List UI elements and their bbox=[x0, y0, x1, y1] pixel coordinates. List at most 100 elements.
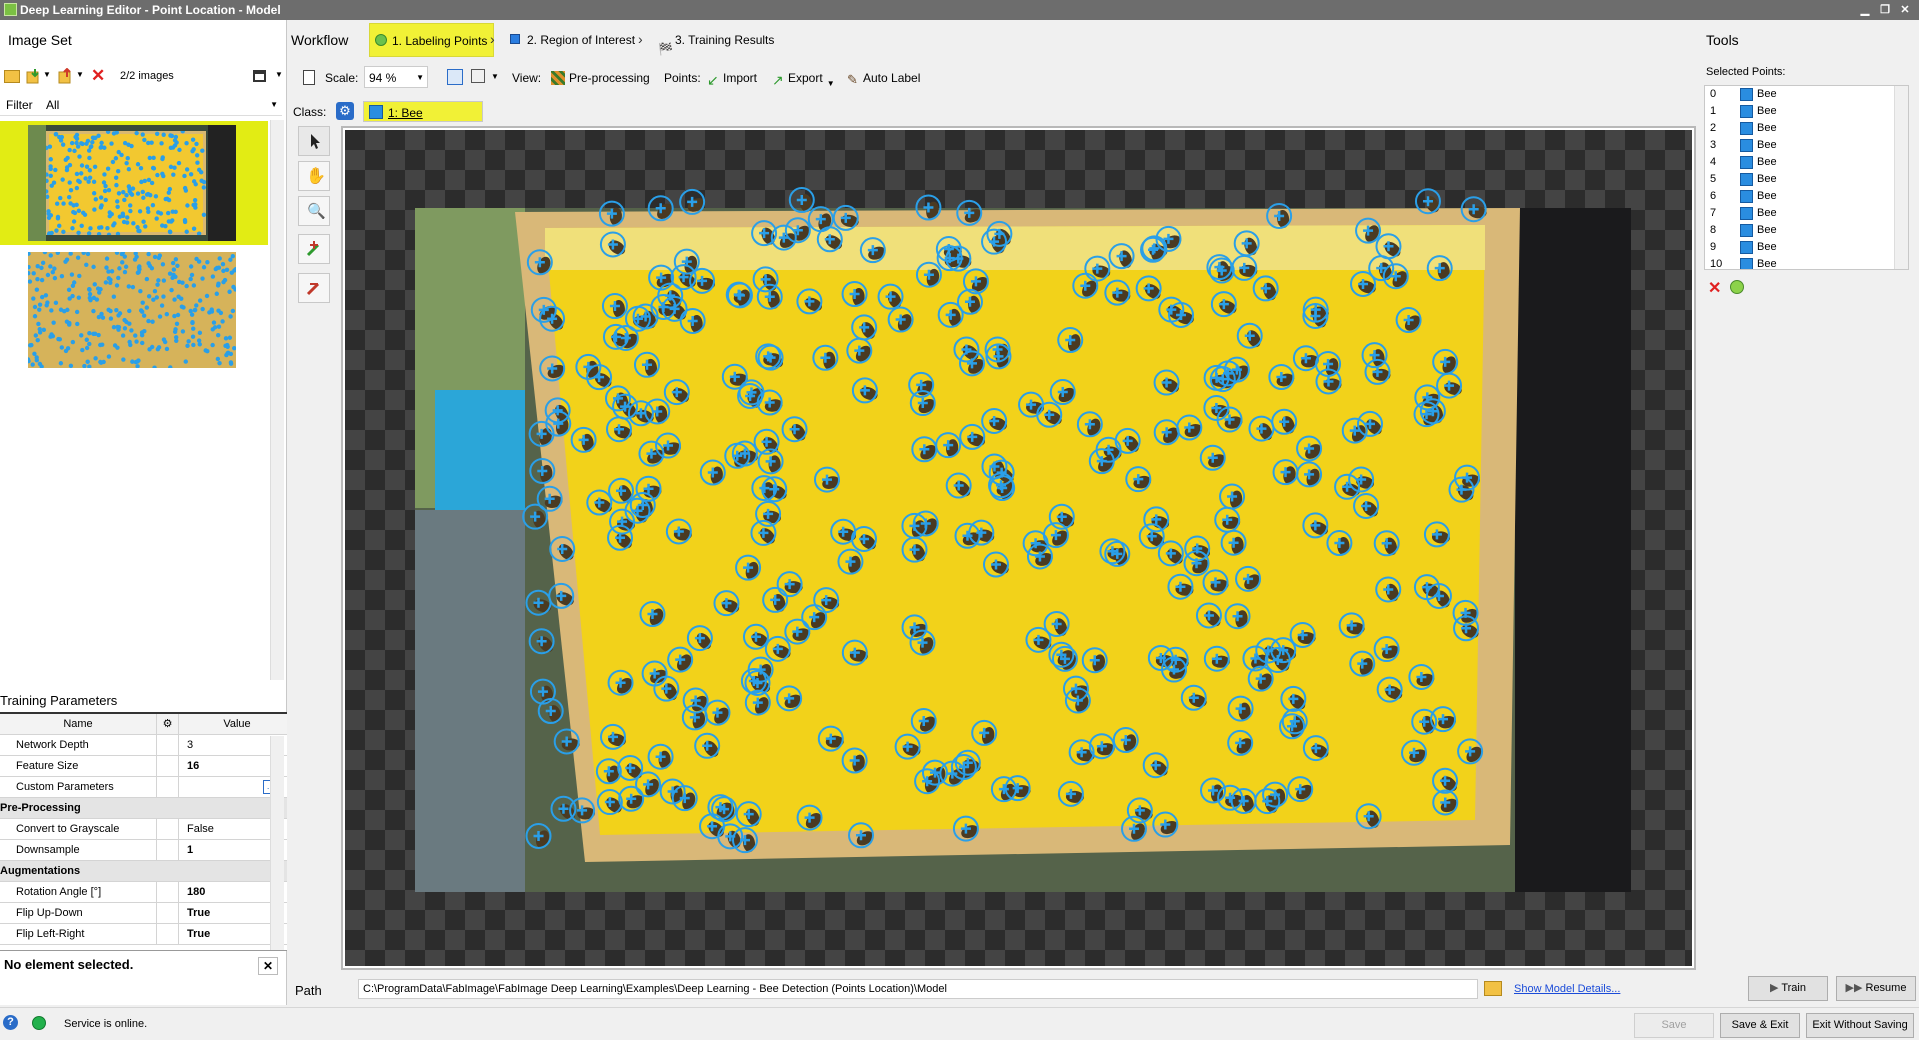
list-item[interactable]: 9 Bee bbox=[1705, 239, 1908, 256]
thumbnail-point bbox=[87, 291, 93, 297]
list-item[interactable]: 2 Bee bbox=[1705, 120, 1908, 137]
thumbnail-point bbox=[117, 214, 123, 219]
thumbnail-scrollbar[interactable] bbox=[270, 120, 284, 680]
param-row[interactable]: Network Depth 3 bbox=[0, 735, 287, 756]
canvas-area[interactable] bbox=[345, 130, 1692, 966]
category-row[interactable]: Pre-Processing bbox=[0, 798, 287, 819]
magic-wand-icon: ✎ bbox=[847, 72, 858, 87]
class-settings-icon[interactable]: ⚙ bbox=[336, 102, 354, 120]
remove-images-icon[interactable] bbox=[58, 67, 74, 87]
remove-point-tool-button[interactable] bbox=[298, 273, 330, 303]
preprocessing-toggle[interactable]: Pre-processing bbox=[549, 67, 650, 89]
pan-tool-button[interactable]: ✋ bbox=[298, 161, 330, 191]
thumbnail-point bbox=[167, 186, 173, 192]
thumbnail-point bbox=[141, 219, 146, 224]
train-button[interactable]: ▶ Train bbox=[1748, 976, 1828, 1001]
thumbnail-image[interactable] bbox=[28, 252, 236, 368]
thumbnail-point bbox=[227, 289, 232, 294]
browse-folder-icon[interactable] bbox=[1484, 981, 1502, 996]
list-item[interactable]: 1 Bee bbox=[1705, 103, 1908, 120]
labeled-image[interactable] bbox=[345, 130, 1692, 966]
model-path-field[interactable]: C:\ProgramData\FabImage\FabImage Deep Le… bbox=[358, 979, 1478, 999]
points-scrollbar[interactable] bbox=[1894, 86, 1908, 269]
maximize-icon[interactable]: ❐ bbox=[1876, 2, 1894, 18]
thumbnail-point bbox=[209, 307, 214, 312]
scale-select[interactable]: 94 % ▼ bbox=[364, 66, 428, 88]
list-item[interactable]: 10 Bee bbox=[1705, 256, 1908, 269]
help-icon[interactable]: ? bbox=[3, 1015, 18, 1030]
fit-to-window-icon[interactable] bbox=[447, 69, 463, 85]
select-tool-button[interactable] bbox=[298, 126, 330, 156]
import-button[interactable]: ↙ Import bbox=[705, 67, 757, 89]
category-row[interactable]: Augmentations bbox=[0, 861, 287, 882]
tab-region-of-interest[interactable]: 2. Region of Interest bbox=[505, 23, 641, 57]
thumbnail-point bbox=[165, 210, 171, 216]
param-row[interactable]: Flip Left-Right True bbox=[0, 924, 287, 945]
selected-points-list[interactable]: 0 Bee 1 Bee 2 Bee 3 Bee 4 Bee 5 Bee 6 Bee 7 Bee … bbox=[1704, 85, 1909, 270]
settings-icon[interactable]: ⚙ bbox=[157, 714, 179, 734]
param-row[interactable]: Convert to Grayscale False bbox=[0, 819, 287, 840]
image-canvas[interactable] bbox=[341, 126, 1696, 970]
list-item[interactable]: 0 Bee bbox=[1705, 86, 1908, 103]
param-row[interactable]: Downsample 1 bbox=[0, 840, 287, 861]
thumbnail-point bbox=[79, 163, 85, 168]
list-item[interactable]: 7 Bee bbox=[1705, 205, 1908, 222]
thumbnail-point bbox=[168, 145, 174, 151]
thumbnail-point bbox=[74, 136, 80, 141]
filter-select[interactable]: All ▼ bbox=[42, 96, 282, 114]
delete-point-icon[interactable]: ✕ bbox=[1708, 278, 1721, 298]
thumbnail-point bbox=[188, 172, 194, 177]
export-button[interactable]: ↗ Export ▼ bbox=[770, 67, 835, 89]
add-point-tool-button[interactable] bbox=[298, 234, 330, 264]
zoom-region-icon[interactable] bbox=[471, 69, 485, 83]
thumbnail-point bbox=[107, 210, 112, 215]
chevron-down-icon[interactable]: ▼ bbox=[275, 70, 283, 79]
thumbnail-point bbox=[150, 165, 156, 171]
tab-labeling-points[interactable]: 1. Labeling Points bbox=[369, 23, 495, 57]
point-options-icon[interactable] bbox=[1730, 280, 1744, 294]
thumbnail-point bbox=[181, 305, 186, 310]
param-row[interactable]: Flip Up-Down True bbox=[0, 903, 287, 924]
save-and-exit-button[interactable]: Save & Exit bbox=[1720, 1013, 1800, 1038]
param-row[interactable]: Feature Size 16 bbox=[0, 756, 287, 777]
thumbnail-point bbox=[99, 225, 104, 230]
show-model-details-link[interactable]: Show Model Details... bbox=[1514, 983, 1620, 995]
list-item[interactable]: 6 Bee bbox=[1705, 188, 1908, 205]
class-color-swatch bbox=[1740, 139, 1753, 152]
thumbnail-point bbox=[55, 252, 60, 256]
thumbnail-point bbox=[214, 291, 219, 296]
thumbnail-point bbox=[30, 362, 35, 367]
tab-label: 2. Region of Interest bbox=[527, 33, 636, 47]
delete-icon[interactable]: ✕ bbox=[91, 66, 105, 86]
param-row[interactable]: Rotation Angle [°] 180 bbox=[0, 882, 287, 903]
list-item[interactable]: 5 Bee bbox=[1705, 171, 1908, 188]
class-select[interactable]: 1: Bee bbox=[363, 101, 483, 122]
open-folder-icon[interactable] bbox=[4, 70, 20, 83]
auto-label-button[interactable]: ✎ Auto Label bbox=[845, 67, 920, 89]
list-item[interactable]: 4 Bee bbox=[1705, 154, 1908, 171]
exit-without-saving-button[interactable]: Exit Without Saving bbox=[1806, 1013, 1914, 1038]
view-mode-icon[interactable] bbox=[253, 70, 266, 82]
resume-button[interactable]: ▶▶ Resume bbox=[1836, 976, 1916, 1001]
list-item[interactable]: 8 Bee bbox=[1705, 222, 1908, 239]
close-icon[interactable]: ✕ bbox=[1896, 2, 1914, 18]
chevron-down-icon[interactable]: ▼ bbox=[43, 70, 51, 79]
chevron-down-icon[interactable]: ▼ bbox=[491, 72, 499, 81]
chevron-down-icon[interactable]: ▼ bbox=[76, 70, 84, 79]
thumbnail-point bbox=[166, 219, 172, 224]
tab-training-results[interactable]: 🏁 3. Training Results bbox=[653, 23, 780, 57]
thumbnail-point bbox=[176, 160, 182, 166]
thumbnail-selected[interactable] bbox=[0, 121, 268, 245]
params-scrollbar[interactable] bbox=[270, 736, 284, 950]
add-images-icon[interactable] bbox=[26, 68, 40, 84]
thumbnail-point bbox=[105, 225, 110, 231]
zoom-tool-button[interactable]: 🔍 bbox=[298, 196, 330, 226]
param-row[interactable]: Custom Parameters … bbox=[0, 777, 287, 798]
thumbnail-point bbox=[199, 178, 204, 183]
close-description-button[interactable]: ✕ bbox=[258, 957, 278, 975]
list-item[interactable]: 3 Bee bbox=[1705, 137, 1908, 154]
thumbnail-point bbox=[124, 160, 129, 166]
save-button[interactable]: Save bbox=[1634, 1013, 1714, 1038]
minimize-icon[interactable]: ▁ bbox=[1856, 2, 1874, 18]
page-icon[interactable] bbox=[303, 70, 315, 85]
